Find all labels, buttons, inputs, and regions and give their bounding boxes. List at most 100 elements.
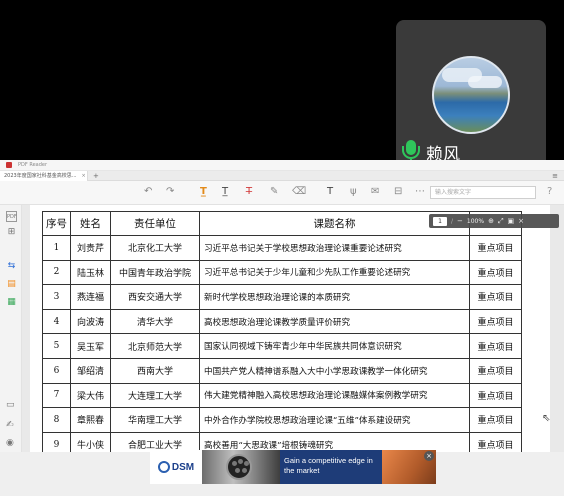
cell-unit: 西安交通大学	[110, 284, 200, 310]
tab-close-icon[interactable]: ×	[82, 173, 86, 179]
undo-icon[interactable]: ↶	[144, 186, 152, 198]
pdf-icon[interactable]: PDF	[6, 211, 17, 222]
cell-type: 重点项目	[469, 333, 522, 359]
tab-bar: 2023年度国家社科基金高校思... × + ≡	[0, 170, 564, 181]
tab-document[interactable]: 2023年度国家社科基金高校思... ×	[0, 170, 88, 181]
convert-icon[interactable]: ⇆	[6, 261, 17, 272]
export-icon[interactable]: ▤	[6, 279, 17, 290]
help-icon[interactable]: ?	[547, 186, 552, 197]
ad-brand: DSM	[171, 461, 195, 473]
cell-topic: 中外合作办学院校思想政治理论课“五维”体系建设研究	[199, 407, 470, 433]
dsm-logo-icon	[157, 461, 170, 473]
eraser-icon[interactable]: ⌫	[292, 186, 306, 198]
sign-icon[interactable]: ✍	[6, 420, 14, 430]
thumbnails-icon[interactable]: ⊞	[6, 227, 17, 238]
cell-unit: 清华大学	[110, 308, 200, 335]
more-tools-icon[interactable]: ⋯	[415, 186, 425, 198]
table-row: 4 向波涛 清华大学 高校思想政治理论课教学质量评价研究 重点项目	[42, 308, 522, 335]
toolbar: ↶ ↷ T̲ T̲ T̶ ✎ ⌫ T ψ ✉ ⊟ ⋯ 输入搜索文字 ?	[0, 181, 564, 205]
cell-topic: 新时代学校思想政治理论课的本质研究	[199, 284, 470, 310]
ad-product-photo	[202, 450, 280, 484]
cell-type: 重点项目	[469, 235, 522, 261]
cell-no: 7	[42, 382, 71, 409]
ad-close-icon[interactable]: ×	[424, 451, 434, 461]
cell-unit: 西南大学	[110, 357, 200, 384]
underline-text-icon[interactable]: T̲	[222, 186, 228, 198]
shape-icon[interactable]: ⊟	[394, 186, 402, 198]
cell-topic: 高校思想政治理论课教学质量评价研究	[199, 308, 470, 335]
cell-unit: 大连理工大学	[110, 382, 200, 409]
cell-no: 1	[42, 235, 71, 261]
zoom-out-icon[interactable]: −	[457, 217, 463, 225]
cell-no: 2	[42, 259, 71, 286]
cell-unit: 北京师范大学	[110, 333, 200, 359]
view-icon[interactable]: ◉	[6, 438, 14, 448]
page-navigation-bar: 1 / − 100% ⊕ ⤢ ▣ ×	[429, 214, 559, 228]
cell-unit: 北京化工大学	[110, 235, 200, 261]
header-cell: 责任单位	[110, 211, 200, 236]
cell-type: 重点项目	[469, 259, 522, 286]
search-input[interactable]: 输入搜索文字	[430, 186, 536, 199]
header-cell: 序号	[42, 211, 71, 236]
page-number-input[interactable]: 1	[433, 216, 447, 226]
comment-icon[interactable]: ▭	[6, 400, 15, 410]
cell-topic: 国家认同视域下铸牢青少年中华民族共同体意识研究	[199, 333, 470, 359]
fullscreen-icon[interactable]: ▣	[508, 217, 515, 225]
cell-topic: 习近平总书记关于少年儿童和少先队工作重要论述研究	[199, 259, 470, 286]
zoom-level[interactable]: 100%	[467, 218, 484, 225]
cell-unit: 中国青年政治学院	[110, 259, 200, 286]
fit-page-icon[interactable]: ⤢	[498, 217, 504, 226]
cell-no: 5	[42, 333, 71, 359]
redo-icon[interactable]: ↷	[166, 186, 174, 198]
zoom-in-icon[interactable]: ⊕	[488, 217, 494, 225]
cell-no: 4	[42, 308, 71, 335]
project-table: 序号 姓名 责任单位 课题名称 1 刘贵芹 北京化工大学 习近平总书记关于学校思…	[42, 211, 522, 458]
cell-topic: 习近平总书记关于学校思想政治理论课重要论述研究	[199, 235, 470, 261]
new-tab-button[interactable]: +	[88, 172, 104, 180]
text-box-icon[interactable]: T	[327, 186, 333, 198]
cell-type: 重点项目	[469, 308, 522, 335]
table-row: 6 邹绍清 西南大学 中国共产党人精神谱系融入大中小学思政课教学一体化研究 重点…	[42, 357, 522, 384]
avatar	[432, 56, 510, 134]
cell-no: 3	[42, 284, 71, 310]
ad-tagline: Gain a competitive edge in the market	[284, 456, 373, 475]
table-row: 1 刘贵芹 北京化工大学 习近平总书记关于学校思想政治理论课重要论述研究 重点项…	[42, 235, 522, 261]
table-row: 3 燕连福 西安交通大学 新时代学校思想政治理论课的本质研究 重点项目	[42, 284, 522, 310]
advertisement-banner[interactable]: DSM Gain a competitive edge in the marke…	[150, 450, 436, 484]
participant-video-tile[interactable]: 赖风	[396, 20, 546, 170]
cell-type: 重点项目	[469, 284, 522, 310]
avatar-cloud	[468, 76, 502, 88]
ad-logo: DSM	[150, 450, 202, 484]
cell-name: 刘贵芹	[70, 235, 111, 261]
sheet-icon[interactable]: ▦	[6, 297, 17, 308]
highlight-text-icon[interactable]: T̲	[200, 186, 207, 198]
close-bar-icon[interactable]: ×	[518, 217, 524, 225]
cell-type: 重点项目	[469, 382, 522, 409]
cell-name: 梁大伟	[70, 382, 111, 409]
cell-type: 重点项目	[469, 407, 522, 433]
pdf-reader-window: PDF Reader 2023年度国家社科基金高校思... × + ≡ ↶ ↷ …	[0, 160, 564, 496]
stamp-icon[interactable]: ✉	[371, 186, 379, 198]
cell-no: 8	[42, 407, 71, 433]
page-separator: /	[451, 217, 454, 225]
menu-icon[interactable]: ≡	[552, 172, 558, 180]
cell-unit: 华南理工大学	[110, 407, 200, 433]
header-cell: 姓名	[70, 211, 111, 236]
strikethrough-text-icon[interactable]: T̶	[246, 186, 252, 198]
cell-name: 燕连福	[70, 284, 111, 310]
table-row: 8 章熙春 华南理工大学 中外合作办学院校思想政治理论课“五维”体系建设研究 重…	[42, 407, 522, 433]
table-row: 5 吴玉军 北京师范大学 国家认同视域下铸牢青少年中华民族共同体意识研究 重点项…	[42, 333, 522, 359]
insert-text-icon[interactable]: ψ	[350, 186, 357, 198]
cell-name: 吴玉军	[70, 333, 111, 359]
cell-name: 邹绍清	[70, 357, 111, 384]
title-bar: PDF Reader	[0, 160, 564, 171]
table-row: 7 梁大伟 大连理工大学 伟大建党精神融入高校思想政治理论课融媒体案例教学研究 …	[42, 382, 522, 409]
tab-title: 2023年度国家社科基金高校思...	[4, 173, 77, 179]
cell-type: 重点项目	[469, 357, 522, 384]
table-row: 2 陆玉林 中国青年政治学院 习近平总书记关于少年儿童和少先队工作重要论述研究 …	[42, 259, 522, 286]
cell-name: 章熙春	[70, 407, 111, 433]
pen-icon[interactable]: ✎	[270, 186, 278, 198]
mouse-cursor-icon: ⇖	[542, 413, 551, 424]
app-icon	[6, 162, 12, 168]
connector-icon	[226, 454, 252, 480]
